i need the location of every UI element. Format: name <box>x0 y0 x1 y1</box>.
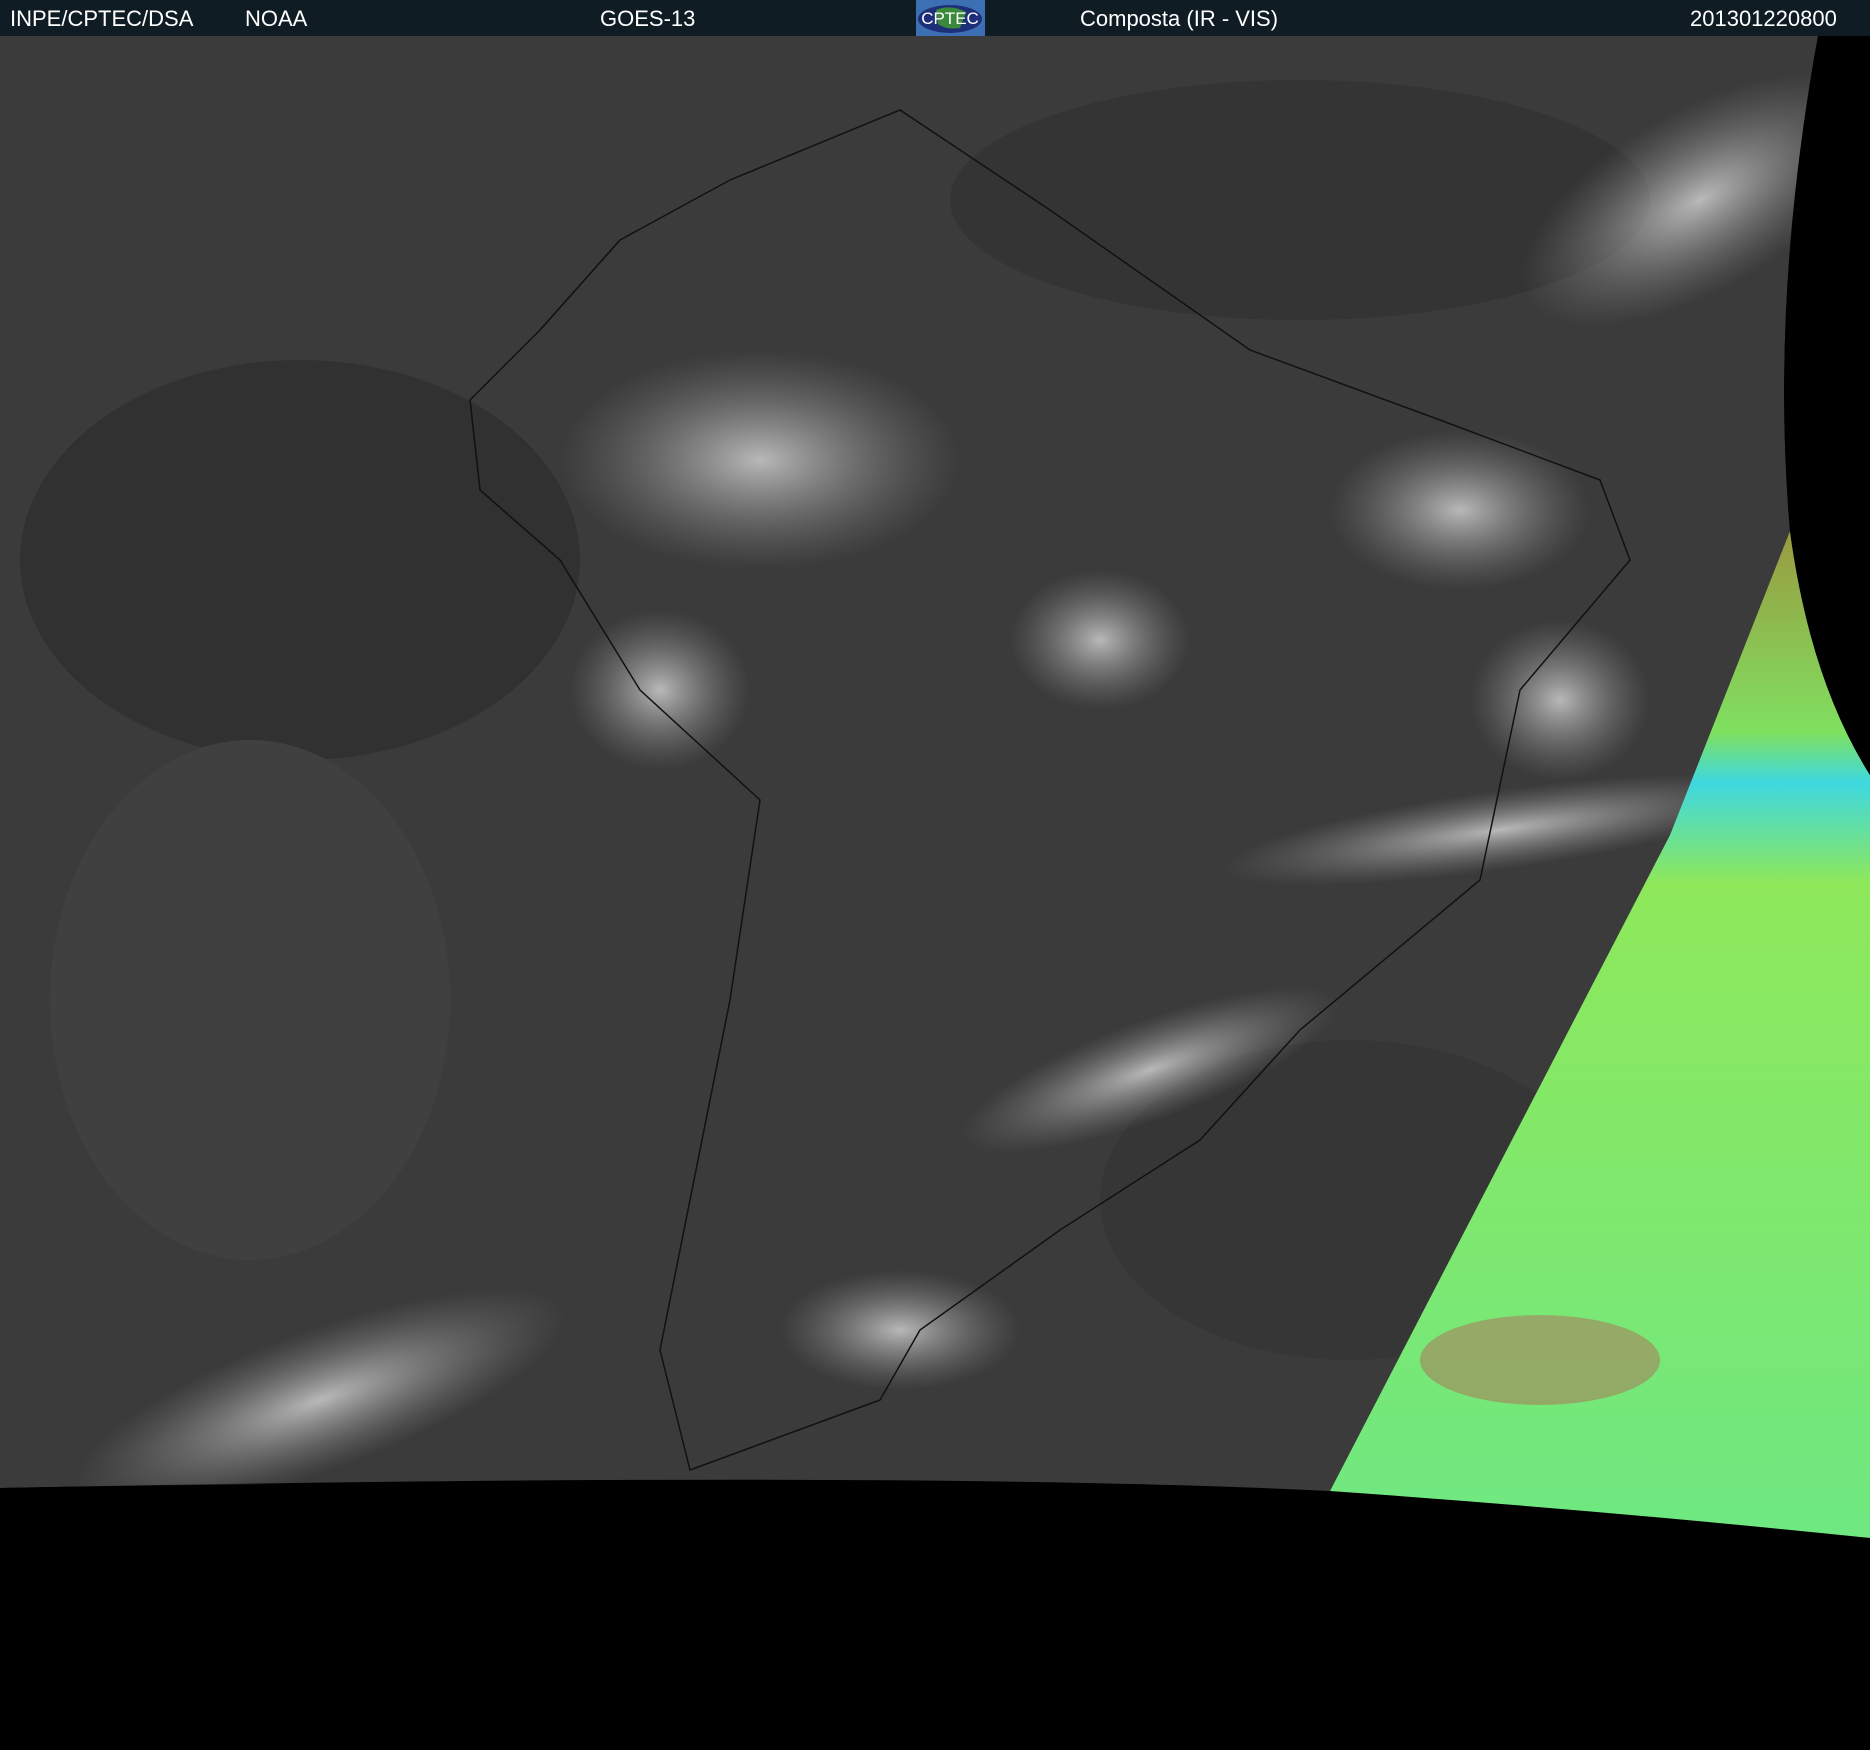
image-header: INPE/CPTEC/DSA NOAA GOES-13 CPTEC Compos… <box>0 0 1870 36</box>
cptec-logo: CPTEC <box>916 0 985 36</box>
satellite-composite-map[interactable] <box>0 36 1870 1750</box>
satellite-label: GOES-13 <box>600 6 696 31</box>
agency-label: NOAA <box>245 6 308 31</box>
svg-text:CPTEC: CPTEC <box>921 9 979 28</box>
vis-brown-area <box>1420 1315 1660 1405</box>
product-label: Composta (IR - VIS) <box>1080 6 1279 31</box>
timestamp-label: 201301220800 <box>1690 6 1837 31</box>
satellite-image-viewer: INPE/CPTEC/DSA NOAA GOES-13 CPTEC Compos… <box>0 0 1870 1750</box>
source-label: INPE/CPTEC/DSA <box>10 6 194 31</box>
space-bottom <box>0 1484 1870 1750</box>
